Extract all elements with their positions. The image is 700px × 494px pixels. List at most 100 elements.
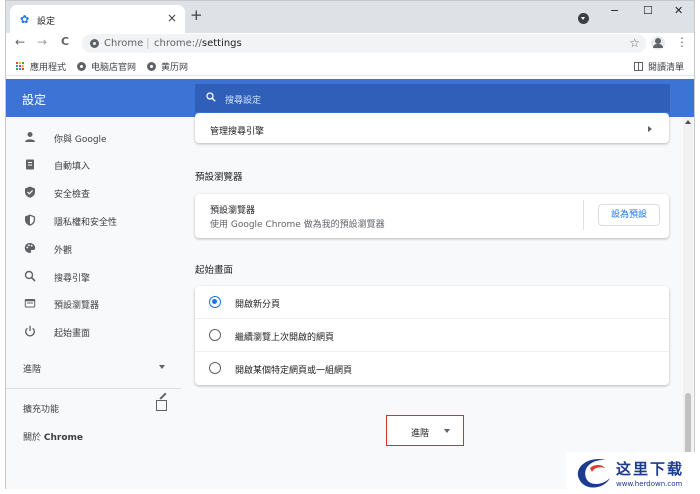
bookmark-label: 电脑店官网: [91, 63, 137, 73]
chevron-right-icon: [648, 126, 652, 132]
manage-search-engines-row[interactable]: 管理搜尋引擎: [195, 113, 669, 143]
sidebar-item-label: 外觀: [54, 246, 73, 256]
browser-window: ✿ 設定 × + − ☐ ✕ ← → C Chrome | chrome://s…: [5, 0, 695, 489]
url-text: chrome://settings: [154, 38, 242, 49]
bookmark-apps[interactable]: 應用程式: [16, 60, 66, 73]
bookmark-item[interactable]: 黄历网: [147, 60, 188, 73]
search-placeholder: 搜尋設定: [225, 96, 262, 106]
site-chip-label: Chrome: [104, 38, 144, 49]
sidebar-item-label: 預設瀏覽器: [54, 301, 100, 311]
person-icon: [25, 132, 35, 142]
radio-open-specific-pages[interactable]: [209, 362, 221, 374]
watermark-swoosh-icon: [577, 458, 610, 488]
radio-label: 繼續瀏覽上次開啟的網頁: [235, 333, 335, 343]
close-window-button[interactable]: ✕: [674, 4, 683, 17]
manage-search-engines-label: 管理搜尋引擎: [210, 127, 265, 137]
chevron-down-icon: [444, 429, 450, 433]
sidebar-item-label: 你與 Google: [54, 135, 107, 145]
reload-icon[interactable]: C: [61, 35, 69, 48]
settings-content: 你與 Google 自動填入 安全檢查 隱私權和安全性 外觀 搜尋引擎 預設瀏覽…: [6, 113, 694, 489]
sidebar-item-you-and-google[interactable]: 你與 Google: [6, 126, 181, 150]
sidebar-item-label: 搜尋引擎: [54, 274, 91, 284]
search-icon: [24, 270, 36, 282]
sidebar-item-autofill[interactable]: 自動填入: [6, 153, 181, 177]
sidebar-item-appearance[interactable]: 外觀: [6, 237, 181, 261]
open-external-icon[interactable]: [156, 400, 167, 411]
page-title: 設定: [22, 93, 47, 107]
reading-list-label: 閱讀清單: [647, 63, 684, 73]
settings-search-input[interactable]: 搜尋設定: [195, 84, 670, 112]
shield-check-icon: [25, 186, 35, 198]
sidebar-about-chrome[interactable]: 關於 Chrome: [23, 430, 83, 443]
sidebar: 你與 Google 自動填入 安全檢查 隱私權和安全性 外觀 搜尋引擎 預設瀏覽…: [6, 117, 181, 489]
settings-header: 設定 搜尋設定: [6, 79, 694, 117]
default-browser-title: 預設瀏覽器: [210, 206, 256, 216]
sidebar-item-label: 隱私權和安全性: [54, 218, 118, 228]
search-icon: [206, 92, 216, 102]
address-bar[interactable]: Chrome | chrome://settings ☆: [82, 34, 646, 53]
sidebar-advanced[interactable]: 進階: [23, 362, 41, 375]
tab-settings[interactable]: ✿ 設定 ×: [10, 5, 185, 33]
toolbar: ← → C Chrome | chrome://settings ☆ ⋮: [6, 33, 694, 55]
sidebar-item-privacy[interactable]: 隱私權和安全性: [6, 209, 181, 233]
sidebar-item-search-engine[interactable]: 搜尋引擎: [6, 265, 181, 289]
sidebar-item-on-startup[interactable]: 起始畫面: [6, 320, 181, 344]
default-browser-card: 預設瀏覽器 使用 Google Chrome 做為我的預設瀏覽器 設為預設: [195, 194, 669, 238]
sidebar-extensions[interactable]: 擴充功能: [23, 402, 59, 415]
sidebar-divider: [6, 388, 181, 389]
startup-options-card: 開啟新分頁 繼續瀏覽上次開啟的網頁 開啟某個特定網頁或一組網頁: [195, 286, 669, 385]
advanced-label: 進階: [411, 429, 430, 439]
clipboard-icon: [26, 159, 34, 170]
watermark-logo: 这里下载 www.herdown.com: [566, 452, 696, 494]
sidebar-item-label: 安全檢查: [54, 190, 91, 200]
sidebar-item-safety-check[interactable]: 安全檢查: [6, 181, 181, 205]
radio-label: 開啟某個特定網頁或一組網頁: [235, 366, 353, 376]
radio-label: 開啟新分頁: [235, 300, 281, 310]
tab-strip: ✿ 設定 × + − ☐ ✕: [6, 1, 694, 33]
scroll-up-arrow-icon[interactable]: [685, 120, 691, 124]
sidebar-item-default-browser[interactable]: 預設瀏覽器: [6, 292, 181, 316]
watermark-url: www.herdown.com: [616, 480, 683, 488]
profile-avatar-icon[interactable]: [651, 36, 665, 50]
url-path: settings: [201, 38, 242, 49]
vertical-separator: [583, 200, 584, 230]
radio-continue-where-left-off[interactable]: [209, 329, 221, 341]
make-default-button[interactable]: 設為預設: [598, 204, 660, 226]
globe-icon: [77, 62, 86, 71]
globe-icon: [147, 62, 156, 71]
gear-icon: ✿: [20, 13, 30, 26]
sidebar-item-label: 起始畫面: [54, 329, 91, 339]
close-tab-icon[interactable]: ×: [167, 11, 177, 25]
shield-icon: [25, 214, 35, 226]
tab-title: 設定: [37, 17, 56, 27]
sidebar-item-label: 自動填入: [54, 162, 91, 172]
section-title-default-browser: 預設瀏覽器: [195, 172, 243, 183]
url-separator: |: [146, 36, 150, 49]
row-divider: [195, 318, 669, 319]
chevron-down-icon[interactable]: [159, 365, 165, 369]
reading-list-button[interactable]: 閱讀清單: [633, 60, 684, 73]
tab-search-icon[interactable]: [578, 13, 589, 24]
power-icon: [25, 325, 35, 337]
bookmark-item[interactable]: 电脑店官网: [77, 60, 136, 73]
maximize-button[interactable]: ☐: [643, 4, 653, 17]
default-browser-description: 使用 Google Chrome 做為我的預設瀏覽器: [210, 220, 385, 230]
watermark-text: 这里下载: [616, 460, 685, 478]
bookmark-star-icon[interactable]: ☆: [629, 36, 640, 50]
bookmark-label: 應用程式: [30, 63, 67, 73]
apps-grid-icon: [16, 62, 25, 71]
advanced-button[interactable]: 進階: [386, 415, 464, 446]
url-scheme: chrome://: [154, 38, 202, 49]
more-menu-icon[interactable]: ⋮: [676, 35, 688, 49]
chrome-site-icon: [90, 39, 99, 48]
radio-open-new-tab[interactable]: [209, 296, 221, 308]
reading-list-icon: [633, 62, 643, 71]
back-arrow-icon[interactable]: ←: [15, 35, 25, 49]
new-tab-button[interactable]: +: [190, 8, 203, 23]
minimize-button[interactable]: −: [610, 4, 619, 17]
scrollbar[interactable]: [683, 117, 693, 489]
bookmarks-bar: 應用程式 电脑店官网 黄历网 閱讀清單: [6, 56, 694, 76]
palette-icon: [24, 243, 36, 253]
forward-arrow-icon[interactable]: →: [37, 35, 47, 49]
bookmark-label: 黄历网: [161, 63, 189, 73]
